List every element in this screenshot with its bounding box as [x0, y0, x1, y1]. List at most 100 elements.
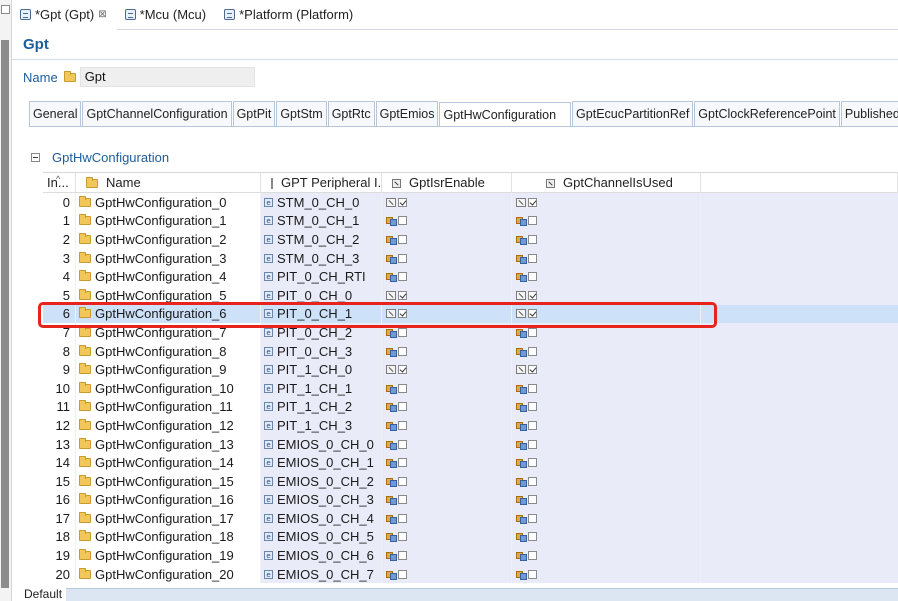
- peripheral-cell[interactable]: e EMIOS_0_CH_0: [261, 434, 382, 454]
- row-name-cell[interactable]: GptHwConfiguration_18: [76, 527, 261, 547]
- row-index-cell[interactable]: 15: [43, 471, 76, 491]
- channel-used-cell[interactable]: [512, 471, 701, 491]
- channel-used-cell[interactable]: [512, 378, 701, 398]
- channel-used-cell[interactable]: [512, 490, 701, 510]
- channel-used-cell[interactable]: [512, 285, 701, 305]
- row-name-cell[interactable]: GptHwConfiguration_14: [76, 453, 261, 472]
- isr-enable-cell[interactable]: [382, 230, 512, 249]
- table-row[interactable]: 17 GptHwConfiguration_17 e EMIOS_0_CH_4: [43, 509, 898, 528]
- channel-used-cell[interactable]: [512, 509, 701, 528]
- checkbox[interactable]: [398, 253, 407, 263]
- checkbox[interactable]: [528, 234, 537, 244]
- column-header-isr-enable[interactable]: GptIsrEnable: [382, 173, 512, 193]
- table-row[interactable]: 10 GptHwConfiguration_10 e PIT_1_CH_1: [43, 378, 898, 398]
- peripheral-cell[interactable]: e PIT_1_CH_1: [261, 378, 382, 398]
- row-index-cell[interactable]: 8: [43, 341, 76, 361]
- table-row[interactable]: 19 GptHwConfiguration_19 e EMIOS_0_CH_6: [43, 546, 898, 565]
- table-row[interactable]: 4 GptHwConfiguration_4 e PIT_0_CH_RTI: [43, 267, 898, 286]
- checkbox[interactable]: [528, 253, 537, 263]
- row-name-cell[interactable]: GptHwConfiguration_2: [76, 230, 261, 249]
- row-name-cell[interactable]: GptHwConfiguration_13: [76, 434, 261, 454]
- checkbox[interactable]: [528, 532, 537, 542]
- table-row[interactable]: 18 GptHwConfiguration_18 e EMIOS_0_CH_5: [43, 527, 898, 547]
- checkbox[interactable]: [528, 513, 537, 523]
- checkbox[interactable]: [528, 346, 537, 356]
- channel-used-cell[interactable]: [512, 211, 701, 231]
- checkbox[interactable]: [398, 532, 407, 542]
- isr-enable-cell[interactable]: [382, 378, 512, 398]
- peripheral-cell[interactable]: e PIT_1_CH_3: [261, 416, 382, 435]
- row-index-cell[interactable]: 4: [43, 267, 76, 286]
- peripheral-cell[interactable]: e PIT_0_CH_1: [261, 304, 382, 324]
- checkbox[interactable]: [528, 216, 537, 226]
- checkbox[interactable]: [528, 383, 537, 393]
- channel-used-cell[interactable]: [512, 267, 701, 286]
- table-row[interactable]: 15 GptHwConfiguration_15 e EMIOS_0_CH_2: [43, 471, 898, 491]
- row-name-cell[interactable]: GptHwConfiguration_17: [76, 509, 261, 528]
- row-name-cell[interactable]: GptHwConfiguration_19: [76, 546, 261, 565]
- isr-enable-cell[interactable]: [382, 564, 512, 584]
- isr-enable-cell[interactable]: [382, 434, 512, 454]
- checkbox[interactable]: [398, 495, 407, 505]
- row-index-cell[interactable]: 10: [43, 378, 76, 398]
- tab-mcu[interactable]: *Mcu (Mcu): [117, 0, 216, 30]
- peripheral-cell[interactable]: e PIT_0_CH_2: [261, 323, 382, 342]
- checkbox[interactable]: [528, 290, 537, 300]
- channel-used-cell[interactable]: [512, 564, 701, 584]
- checkbox[interactable]: [528, 309, 537, 319]
- side-panel-bar[interactable]: [1, 40, 9, 588]
- isr-enable-cell[interactable]: [382, 546, 512, 565]
- row-index-cell[interactable]: 2: [43, 230, 76, 249]
- minimize-icon[interactable]: [1, 5, 10, 14]
- channel-used-cell[interactable]: [512, 397, 701, 417]
- checkbox[interactable]: [528, 439, 537, 449]
- isr-enable-cell[interactable]: [382, 490, 512, 510]
- row-index-cell[interactable]: 5: [43, 285, 76, 305]
- peripheral-cell[interactable]: e EMIOS_0_CH_7: [261, 564, 382, 584]
- table-row[interactable]: 6 GptHwConfiguration_6 e PIT_0_CH_1: [43, 304, 898, 324]
- channel-used-cell[interactable]: [512, 248, 701, 268]
- checkbox[interactable]: [398, 346, 407, 356]
- channel-used-cell[interactable]: [512, 453, 701, 472]
- checkbox[interactable]: [528, 197, 537, 207]
- channel-used-cell[interactable]: [512, 323, 701, 342]
- tab-gpt-ecuc-partition-ref[interactable]: GptEcucPartitionRef: [572, 101, 694, 126]
- row-index-cell[interactable]: 19: [43, 546, 76, 565]
- table-row[interactable]: 13 GptHwConfiguration_13 e EMIOS_0_CH_0: [43, 434, 898, 454]
- row-name-cell[interactable]: GptHwConfiguration_15: [76, 471, 261, 491]
- checkbox[interactable]: [398, 327, 407, 337]
- tab-published-information[interactable]: Published In: [840, 101, 898, 126]
- checkbox[interactable]: [528, 365, 537, 375]
- peripheral-cell[interactable]: e STM_0_CH_2: [261, 230, 382, 249]
- isr-enable-cell[interactable]: [382, 304, 512, 324]
- row-name-cell[interactable]: GptHwConfiguration_5: [76, 285, 261, 305]
- row-name-cell[interactable]: GptHwConfiguration_11: [76, 397, 261, 417]
- table-row[interactable]: 11 GptHwConfiguration_11 e PIT_1_CH_2: [43, 397, 898, 417]
- row-name-cell[interactable]: GptHwConfiguration_12: [76, 416, 261, 435]
- channel-used-cell[interactable]: [512, 546, 701, 565]
- section-title[interactable]: GptHwConfiguration: [52, 150, 169, 165]
- peripheral-cell[interactable]: e EMIOS_0_CH_1: [261, 453, 382, 472]
- row-index-cell[interactable]: 16: [43, 490, 76, 510]
- peripheral-cell[interactable]: e PIT_0_CH_3: [261, 341, 382, 361]
- table-row[interactable]: 2 GptHwConfiguration_2 e STM_0_CH_2: [43, 230, 898, 249]
- peripheral-cell[interactable]: e EMIOS_0_CH_4: [261, 509, 382, 528]
- checkbox[interactable]: [398, 272, 407, 282]
- table-row[interactable]: 3 GptHwConfiguration_3 e STM_0_CH_3: [43, 248, 898, 268]
- tab-gpt-emios[interactable]: GptEmios: [375, 101, 439, 126]
- checkbox[interactable]: [398, 476, 407, 486]
- table-row[interactable]: 9 GptHwConfiguration_9 e PIT_1_CH_0: [43, 360, 898, 379]
- tab-gpt-clock-reference-point[interactable]: GptClockReferencePoint: [694, 101, 840, 126]
- channel-used-cell[interactable]: [512, 360, 701, 379]
- row-name-cell[interactable]: GptHwConfiguration_16: [76, 490, 261, 510]
- row-index-cell[interactable]: 7: [43, 323, 76, 342]
- row-name-cell[interactable]: GptHwConfiguration_10: [76, 378, 261, 398]
- tab-gpt-channel-configuration[interactable]: GptChannelConfiguration: [82, 101, 232, 126]
- checkbox[interactable]: [398, 513, 407, 523]
- checkbox[interactable]: [398, 197, 407, 207]
- checkbox[interactable]: [528, 551, 537, 561]
- checkbox[interactable]: [528, 476, 537, 486]
- checkbox[interactable]: [398, 569, 407, 579]
- checkbox[interactable]: [528, 420, 537, 430]
- row-name-cell[interactable]: GptHwConfiguration_3: [76, 248, 261, 268]
